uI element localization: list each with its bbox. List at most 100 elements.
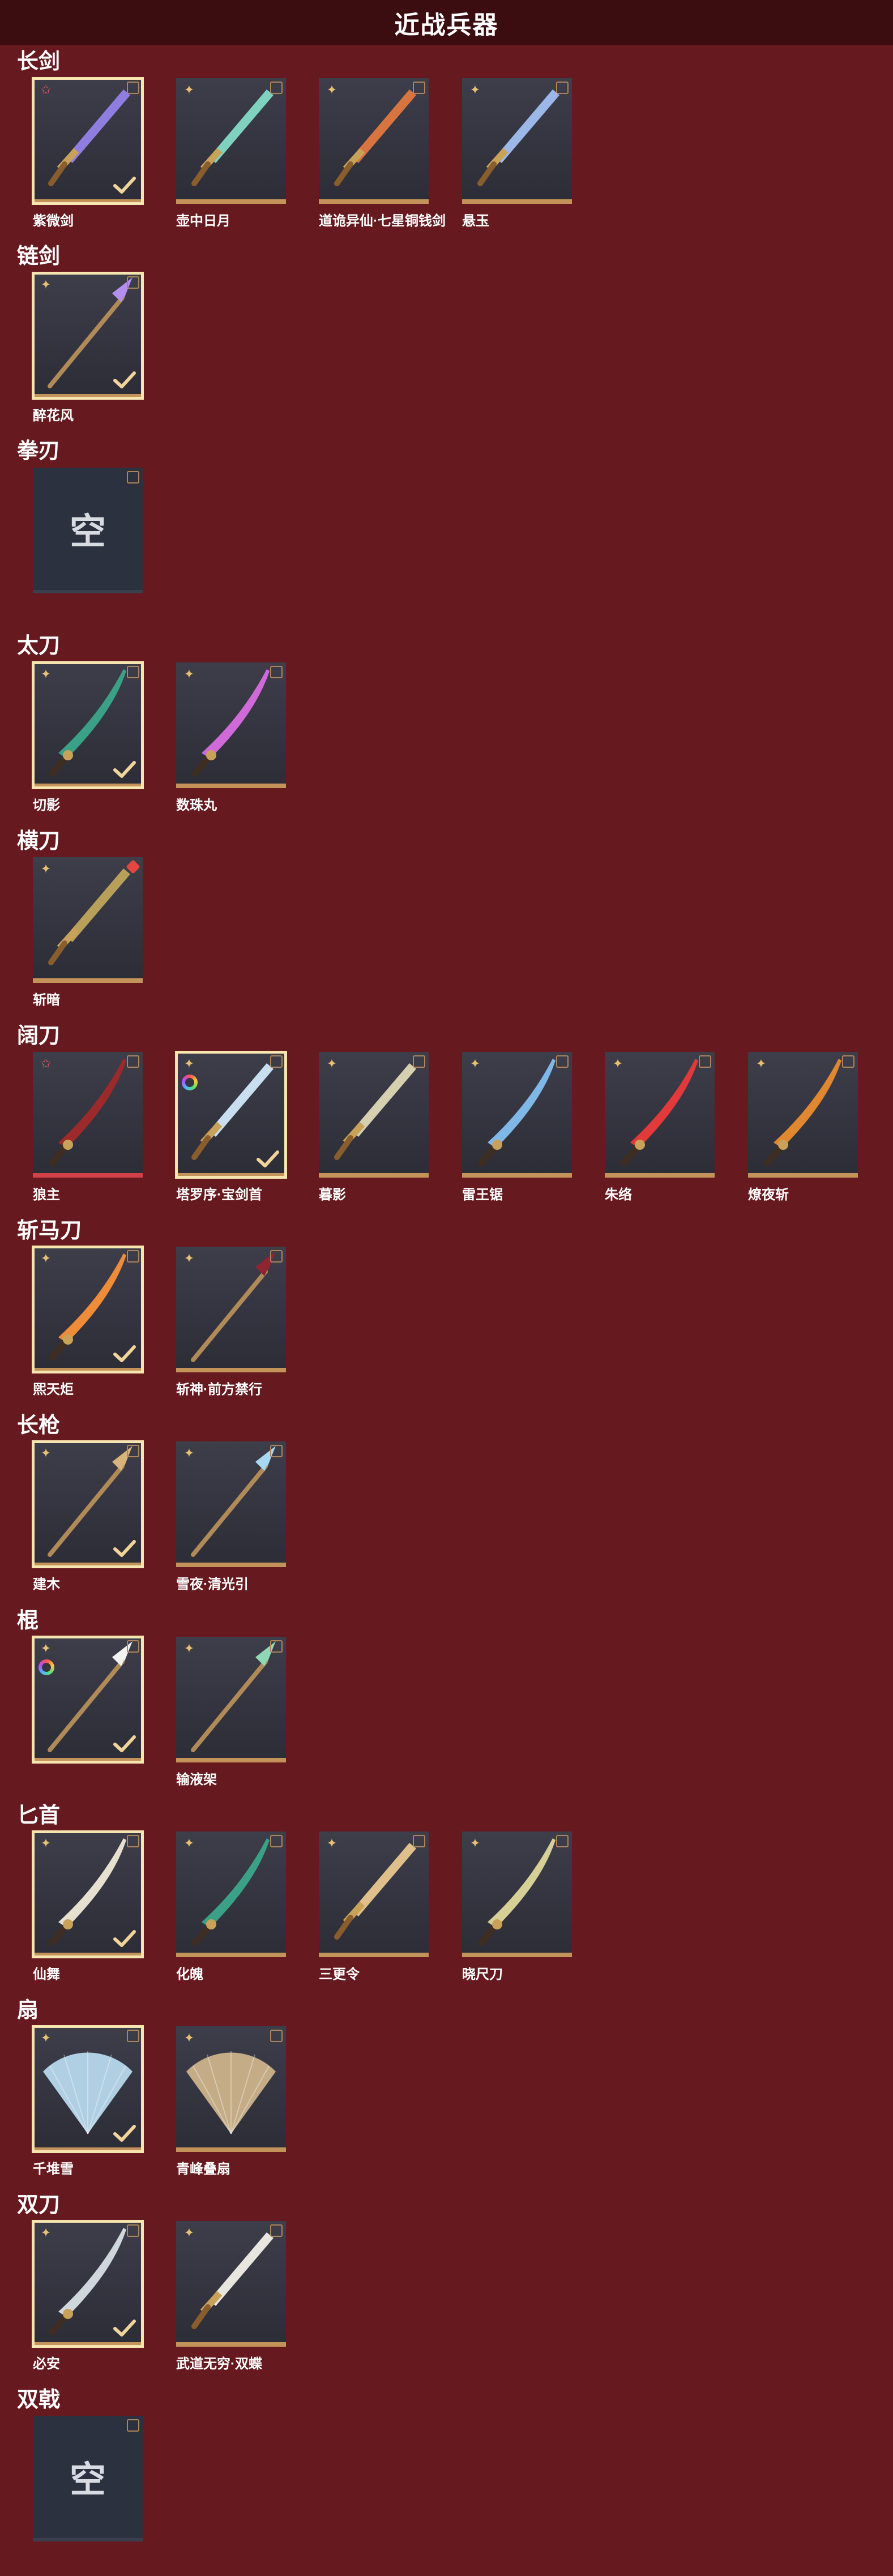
- empty-slot-card[interactable]: 空: [33, 2416, 143, 2541]
- weapon-slot[interactable]: ✦: [32, 1246, 144, 1373]
- section-heading-broad-blade: 阔刀: [17, 1024, 61, 1048]
- red-diamond-icon: [127, 861, 139, 873]
- four-point-star-icon: ✦: [40, 667, 52, 681]
- weapon-card[interactable]: ✦: [32, 1636, 144, 1768]
- section-heading-tachi: 太刀: [17, 634, 61, 658]
- rainbow-ring-icon: [39, 1659, 54, 1675]
- weapon-slot[interactable]: ✦: [32, 1636, 144, 1764]
- weapon-slot[interactable]: ✦: [32, 272, 144, 400]
- check-icon: [113, 177, 136, 194]
- weapon-card[interactable]: ✩ 狼主: [33, 1052, 143, 1203]
- weapon-card[interactable]: ✦ 斩暗: [33, 857, 143, 1008]
- weapon-card[interactable]: ✩ 紫微剑: [32, 77, 144, 229]
- section-heading-fist-blade: 拳刃: [17, 439, 61, 463]
- weapon-name: 斩神·前方禁行: [176, 1382, 262, 1397]
- check-icon: [113, 2125, 136, 2142]
- rainbow-ring-icon: [182, 1075, 198, 1090]
- weapon-card[interactable]: ✦ 朱络: [605, 1052, 715, 1203]
- empty-slot-card[interactable]: 空: [33, 468, 143, 593]
- corner-frame-icon: [556, 1055, 569, 1068]
- weapon-card[interactable]: ✦ 悬玉: [462, 78, 572, 229]
- weapon-card[interactable]: ✦ 数珠丸: [176, 662, 286, 814]
- weapon-slot[interactable]: ✦: [462, 78, 572, 204]
- weapon-card[interactable]: ✦ 壶中日月: [176, 78, 286, 229]
- section-heading-dagger: 匕首: [17, 1804, 61, 1828]
- weapon-slot[interactable]: ✦: [176, 1637, 286, 1762]
- weapon-name: 紫微剑: [33, 213, 74, 229]
- weapon-slot[interactable]: ✦: [32, 2220, 144, 2348]
- weapon-slot[interactable]: ✩: [32, 77, 144, 205]
- check-icon: [113, 1735, 136, 1752]
- weapon-card[interactable]: ✦ 燎夜斩: [748, 1052, 858, 1203]
- weapon-name: 切影: [33, 798, 60, 813]
- page-title: 近战兵器: [394, 11, 499, 39]
- weapon-slot[interactable]: ✦: [32, 1830, 144, 1958]
- weapon-card[interactable]: ✦ 斩神·前方禁行: [176, 1247, 286, 1398]
- weapon-card[interactable]: ✦ 输液架: [176, 1637, 286, 1788]
- weapon-card[interactable]: ✦ 晓尺刀: [462, 1832, 572, 1983]
- weapon-card[interactable]: ✦ 三更令: [319, 1832, 429, 1983]
- weapon-card[interactable]: ✦ 青峰叠扇: [176, 2026, 286, 2177]
- weapon-slot[interactable]: ✦: [175, 1051, 287, 1179]
- weapon-card[interactable]: ✦ 千堆雪: [32, 2025, 144, 2177]
- corner-frame-icon: [127, 471, 139, 483]
- weapon-name: 悬玉: [462, 213, 489, 229]
- weapon-slot[interactable]: ✦: [32, 2025, 144, 2153]
- weapon-name: 千堆雪: [33, 2162, 74, 2177]
- weapon-card[interactable]: ✦ 塔罗序·宝剑首: [175, 1051, 287, 1203]
- empty-slot[interactable]: 空: [33, 2416, 143, 2541]
- weapon-card[interactable]: ✦ 化魄: [176, 1832, 286, 1983]
- weapon-slot[interactable]: ✦: [176, 2221, 286, 2347]
- weapon-card[interactable]: ✦ 道诡异仙·七星铜钱剑: [319, 78, 446, 229]
- weapon-name: 煕天炬: [33, 1382, 74, 1397]
- corner-frame-icon: [842, 1055, 854, 1068]
- weapon-slot[interactable]: ✦: [176, 1441, 286, 1567]
- weapon-card[interactable]: ✦ 雪夜·清光引: [176, 1441, 286, 1593]
- weapon-slot[interactable]: ✦: [176, 662, 286, 788]
- corner-frame-icon: [556, 82, 569, 94]
- weapon-name: 壶中日月: [176, 213, 230, 229]
- weapon-card[interactable]: ✦ 必安: [32, 2220, 144, 2372]
- four-point-star-icon: ✦: [183, 83, 195, 97]
- weapon-slot[interactable]: ✦: [176, 2026, 286, 2152]
- corner-frame-icon: [127, 2419, 139, 2432]
- weapon-card[interactable]: ✦ 武道无穷·双蝶: [176, 2221, 286, 2372]
- section-heading-dual-blades: 双刀: [17, 2193, 61, 2217]
- weapon-slot[interactable]: ✦: [32, 661, 144, 789]
- weapon-name: 武道无穷·双蝶: [176, 2356, 262, 2372]
- weapon-name: 朱络: [605, 1187, 632, 1203]
- weapon-slot[interactable]: ✦: [462, 1052, 572, 1178]
- weapon-card[interactable]: ✦ 醉花风: [32, 272, 144, 424]
- weapon-slot[interactable]: ✦: [319, 1052, 429, 1178]
- weapon-card[interactable]: ✦ 雷王锯: [462, 1052, 572, 1203]
- weapon-card[interactable]: ✦ 切影: [32, 661, 144, 814]
- weapon-card[interactable]: ✦ 煕天炬: [32, 1246, 144, 1398]
- check-icon: [113, 761, 136, 778]
- weapon-slot[interactable]: ✦: [176, 1247, 286, 1372]
- weapon-slot[interactable]: ✦: [748, 1052, 858, 1178]
- weapon-name: 仙舞: [33, 1967, 60, 1982]
- weapon-name: 道诡异仙·七星铜钱剑: [319, 213, 446, 229]
- weapon-name: 青峰叠扇: [176, 2162, 230, 2177]
- weapon-slot[interactable]: ✦: [32, 1440, 144, 1568]
- weapon-slot[interactable]: ✦: [176, 1832, 286, 1957]
- weapon-slot[interactable]: ✩: [33, 1052, 143, 1178]
- weapon-card[interactable]: ✦ 暮影: [319, 1052, 429, 1203]
- weapon-slot[interactable]: ✦: [319, 1832, 429, 1957]
- weapon-name: 暮影: [319, 1187, 346, 1203]
- weapon-card[interactable]: ✦ 建木: [32, 1440, 144, 1593]
- weapon-slot[interactable]: ✦: [605, 1052, 715, 1178]
- weapon-slot[interactable]: ✦: [33, 857, 143, 983]
- four-point-star-icon: ✦: [469, 83, 481, 97]
- section-heading-heng-dao: 横刀: [17, 829, 61, 853]
- weapon-slot[interactable]: ✦: [176, 78, 286, 204]
- empty-slot[interactable]: 空: [33, 468, 143, 593]
- weapon-slot[interactable]: ✦: [462, 1832, 572, 1957]
- four-point-star-icon: ✦: [40, 2226, 52, 2240]
- four-point-star-icon: ✦: [40, 277, 52, 292]
- weapon-slot[interactable]: ✦: [319, 78, 429, 204]
- check-icon: [257, 1150, 279, 1167]
- weapon-name: 建木: [33, 1577, 60, 1592]
- weapon-card[interactable]: ✦ 仙舞: [32, 1830, 144, 1983]
- check-icon: [113, 1345, 136, 1362]
